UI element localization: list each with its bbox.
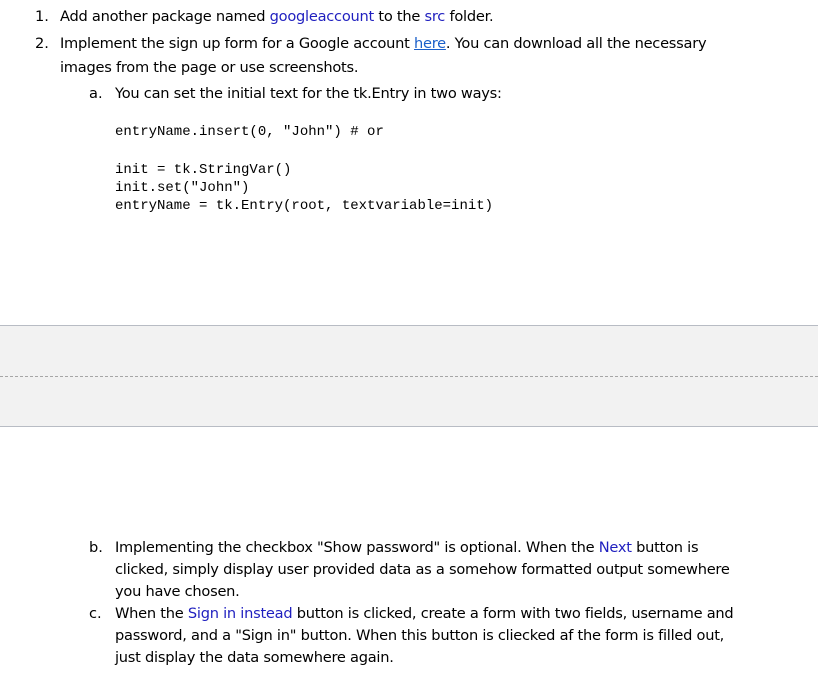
code-line-1: entryName.insert(0, "John") # or (115, 124, 384, 140)
sublist-item-b-line-3: you have chosen. (115, 583, 240, 600)
here-link[interactable]: here (414, 35, 446, 52)
sublist-letter-b: b. (89, 539, 103, 556)
sublist-item-c-line-3: just display the data somewhere again. (115, 649, 394, 666)
sublist-item-a: You can set the initial text for the tk.… (115, 85, 502, 102)
item-1-text-after: folder. (445, 8, 494, 25)
sublist-letter-a: a. (89, 85, 103, 102)
list-number-1: 1. (35, 8, 49, 25)
list-item-1: Add another package named googleaccount … (60, 6, 494, 28)
page-break-dashed-line (0, 376, 818, 377)
item-2-text-after: . You can download all the necessary (445, 35, 707, 52)
folder-name: src (424, 8, 446, 25)
item-c-text-before: When the (115, 605, 188, 622)
item-b-text-before: Implementing the checkbox "Show password… (115, 539, 599, 556)
package-name: googleaccount (269, 8, 375, 25)
next-button-name: Next (598, 539, 632, 556)
list-number-2: 2. (35, 35, 49, 52)
sublist-item-c-line-1: When the Sign in instead button is click… (115, 603, 734, 625)
sign-in-instead-button-name: Sign in instead (187, 605, 293, 622)
item-c-text-after: button is clicked, create a form with tw… (292, 605, 734, 622)
item-1-text-middle: to the (373, 8, 425, 25)
sublist-item-b-line-1: Implementing the checkbox "Show password… (115, 537, 699, 559)
code-line-4: entryName = tk.Entry(root, textvariable=… (115, 198, 494, 214)
sublist-item-b-line-2: clicked, simply display user provided da… (115, 561, 730, 578)
list-item-2-line-2: images from the page or use screenshots. (60, 59, 359, 76)
code-line-2: init = tk.StringVar() (115, 162, 292, 178)
code-line-3: init.set("John") (115, 180, 250, 196)
page-break (0, 325, 818, 427)
list-item-2-line-1: Implement the sign up form for a Google … (60, 33, 707, 55)
item-1-text-before: Add another package named (60, 8, 270, 25)
document-page: 1. Add another package named googleaccou… (0, 0, 818, 676)
item-b-text-after: button is (631, 539, 699, 556)
item-2-text-before: Implement the sign up form for a Google … (60, 35, 415, 52)
sublist-letter-c: c. (89, 605, 102, 622)
sublist-item-c-line-2: password, and a "Sign in" button. When t… (115, 627, 725, 644)
